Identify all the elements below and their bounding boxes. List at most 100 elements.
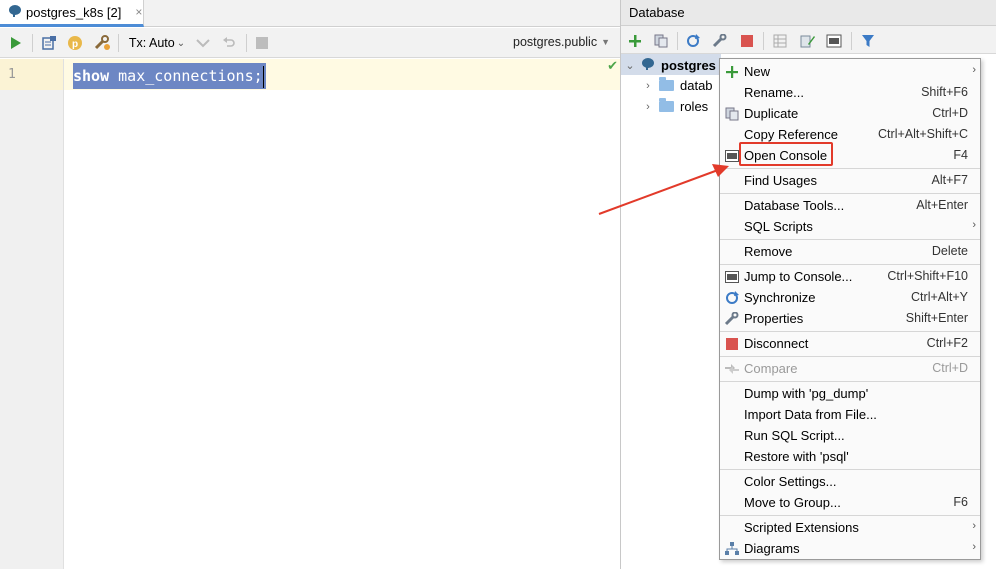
menu-item-jump-to-console[interactable]: Jump to Console... Ctrl+Shift+F10 (720, 266, 980, 287)
stop-icon[interactable] (254, 33, 270, 53)
sql-code-rest: max_connections; (109, 67, 263, 85)
menu-item-label: New (744, 64, 771, 79)
explain-plan-icon[interactable] (40, 33, 58, 53)
wrench-icon[interactable] (711, 31, 729, 51)
menu-item-import-data[interactable]: Import Data from File... (720, 404, 980, 425)
menu-item-shortcut: Alt+F7 (931, 173, 968, 187)
settings-wrench-icon[interactable] (92, 33, 112, 53)
context-menu: New › Rename... Shift+F6 Duplicate Ctrl+… (719, 58, 981, 560)
folder-icon (659, 77, 674, 91)
menu-item-label: Duplicate (744, 106, 799, 121)
menu-item-shortcut: Ctrl+F2 (926, 336, 968, 350)
menu-item-scripted-extensions[interactable]: Scripted Extensions › (720, 517, 980, 538)
menu-item-label: Diagrams (744, 541, 800, 556)
menu-item-run-sql-script[interactable]: Run SQL Script... (720, 425, 980, 446)
database-toolbar (621, 26, 996, 54)
menu-separator (720, 381, 980, 382)
schema-selector[interactable]: postgres.public ▼ (513, 35, 610, 49)
chevron-right-icon: › (972, 64, 976, 76)
parameters-icon[interactable]: p (66, 33, 84, 53)
menu-item-label: Move to Group... (744, 495, 841, 510)
menu-item-shortcut: Ctrl+D (932, 361, 968, 375)
menu-item-color-settings[interactable]: Color Settings... (720, 471, 980, 492)
menu-item-move-to-group[interactable]: Move to Group... F6 (720, 492, 980, 513)
menu-item-diagrams[interactable]: Diagrams › (720, 538, 980, 559)
menu-item-rename[interactable]: Rename... Shift+F6 (720, 82, 980, 103)
menu-item-label: Copy Reference (744, 127, 838, 142)
menu-item-label: Find Usages (744, 173, 817, 188)
tree-item-label: roles (680, 99, 709, 114)
menu-item-shortcut: F6 (953, 495, 968, 509)
menu-separator (720, 168, 980, 169)
menu-item-label: Color Settings... (744, 474, 837, 489)
run-icon[interactable] (8, 33, 24, 53)
editor-tab[interactable]: postgres_k8s [2] × (0, 0, 144, 27)
commit-check-icon[interactable] (194, 33, 212, 53)
stop-icon[interactable] (739, 31, 755, 51)
menu-item-label: Jump to Console... (744, 269, 853, 284)
diagram-icon (724, 541, 740, 557)
menu-item-remove[interactable]: Remove Delete (720, 241, 980, 262)
menu-item-new[interactable]: New › (720, 61, 980, 82)
menu-item-label: Properties (744, 311, 804, 326)
menu-item-find-usages[interactable]: Find Usages Alt+F7 (720, 170, 980, 191)
annotation-highlight-box (739, 142, 833, 166)
menu-item-restore-psql[interactable]: Restore with 'psql' (720, 446, 980, 467)
menu-item-label: Synchronize (744, 290, 816, 305)
menu-item-shortcut: Ctrl+D (932, 106, 968, 120)
menu-separator (720, 469, 980, 470)
editor-tab-bar: postgres_k8s [2] × (0, 0, 620, 27)
tree-item-databases[interactable]: › datab (643, 77, 713, 93)
duplicate-icon (724, 106, 740, 122)
plus-icon (724, 64, 740, 80)
menu-separator (720, 356, 980, 357)
tree-item-postgres[interactable]: ⌄ postgres (625, 57, 716, 74)
console-icon[interactable] (825, 31, 843, 51)
menu-item-label: Compare (744, 361, 798, 376)
add-icon[interactable] (627, 31, 643, 51)
menu-item-shortcut: F4 (953, 148, 968, 162)
transaction-mode-label: Tx: Auto (128, 36, 175, 50)
menu-separator (720, 515, 980, 516)
line-number: 1 (8, 67, 16, 82)
menu-item-label: Rename... (744, 85, 804, 100)
editor-tab-title: postgres_k8s [2] (26, 4, 122, 20)
menu-item-label: Run SQL Script... (744, 428, 845, 443)
tab-close-icon[interactable]: × (135, 5, 142, 19)
sync-icon[interactable] (685, 31, 701, 51)
svg-text:p: p (72, 39, 78, 50)
wrench-icon (724, 311, 740, 327)
chevron-right-icon: › (972, 219, 976, 231)
menu-item-disconnect[interactable]: Disconnect Ctrl+F2 (720, 333, 980, 354)
schema-label: postgres.public (513, 35, 598, 49)
menu-item-label: Disconnect (744, 336, 809, 351)
transaction-mode-dropdown[interactable]: Tx: Auto ⌄ (126, 33, 188, 53)
editor-pane: postgres_k8s [2] × p Tx: Auto ⌄ postgres… (0, 0, 620, 569)
menu-item-label: Database Tools... (744, 198, 845, 213)
duplicate-icon[interactable] (653, 31, 669, 51)
menu-item-label: Restore with 'psql' (744, 449, 849, 464)
tree-item-roles[interactable]: › roles (643, 98, 709, 114)
database-panel-title: Database (629, 5, 685, 20)
menu-item-label: Remove (744, 244, 793, 259)
menu-item-compare[interactable]: Compare Ctrl+D (720, 358, 980, 379)
edit-source-icon[interactable] (799, 31, 817, 51)
postgres-elephant-icon (8, 4, 22, 21)
menu-item-database-tools[interactable]: Database Tools... Alt+Enter (720, 195, 980, 216)
chevron-right-icon: › (972, 541, 976, 553)
table-icon[interactable] (771, 31, 789, 51)
filter-icon[interactable] (859, 31, 877, 51)
menu-item-synchronize[interactable]: Synchronize Ctrl+Alt+Y (720, 287, 980, 308)
sql-code-line[interactable]: show max_connections; (73, 63, 266, 89)
menu-item-label: Scripted Extensions (744, 520, 859, 535)
sync-icon (724, 290, 740, 306)
database-panel-header: Database (621, 0, 996, 26)
chevron-right-icon: › (646, 100, 650, 113)
menu-item-duplicate[interactable]: Duplicate Ctrl+D (720, 103, 980, 124)
menu-item-properties[interactable]: Properties Shift+Enter (720, 308, 980, 329)
folder-icon (659, 98, 674, 112)
menu-item-sql-scripts[interactable]: SQL Scripts › (720, 216, 980, 237)
rollback-icon[interactable] (220, 33, 238, 53)
sql-keyword: show (73, 67, 110, 85)
menu-item-dump-pg-dump[interactable]: Dump with 'pg_dump' (720, 383, 980, 404)
